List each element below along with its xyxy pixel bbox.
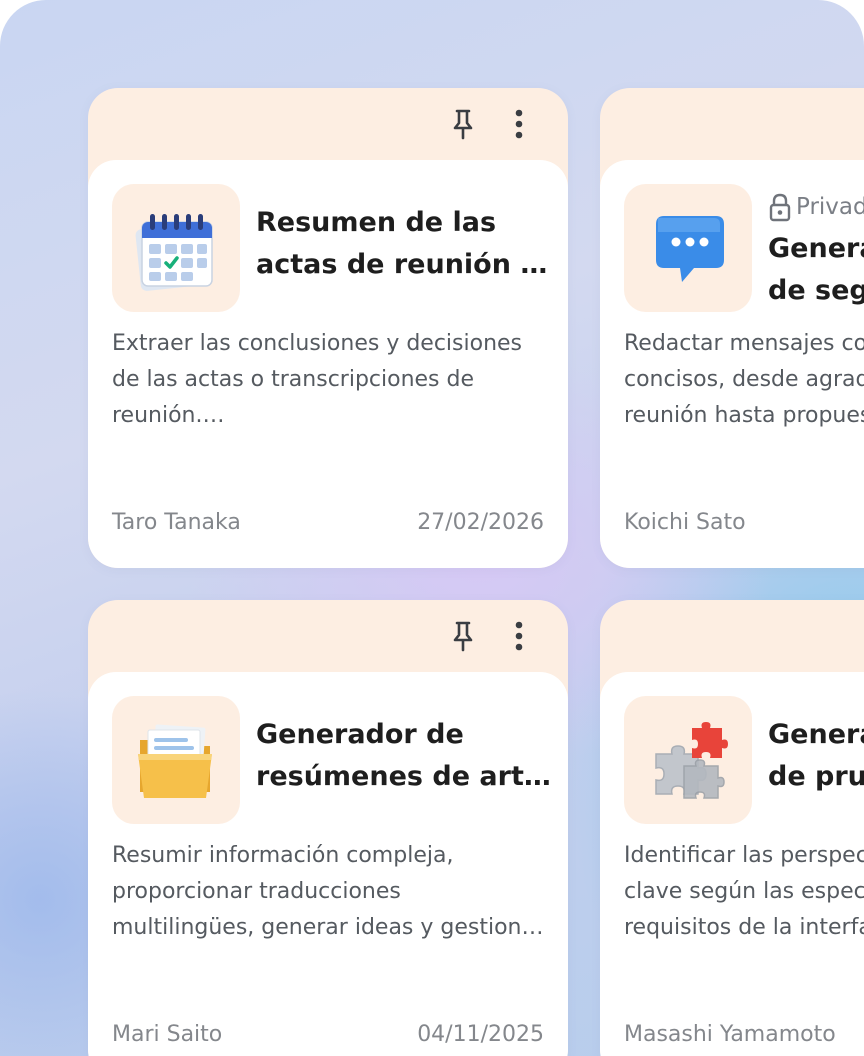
card-author: Mari Saito [112,1022,223,1047]
card-icon-tile [112,696,240,824]
privacy-indicator: Privado [768,192,864,222]
card-icon-tile [624,696,752,824]
card-date: 27/02/2026 [417,510,544,535]
card-author: Taro Tanaka [112,510,241,535]
prompt-card[interactable]: Privado Generador de mensajes de seguimi… [600,88,864,568]
card-footer: Masashi Yamamoto [624,1022,864,1047]
card-date: 04/11/2025 [417,1022,544,1047]
card-author: Masashi Yamamoto [624,1022,836,1047]
app-canvas: Resumen de las actas de reunión y… Extra… [0,0,864,1056]
card-description: Resumir información compleja, proporcion… [112,843,544,940]
card-footer: Koichi Sato [624,510,864,535]
card-body: Resumen de las actas de reunión y… Extra… [88,160,568,568]
card-title: Generador de casos de prueba [768,719,864,792]
card-title: Resumen de las actas de reunión y… [256,207,556,280]
prompt-card[interactable]: Generador de resúmenes de artíc… Resumir… [88,600,568,1056]
card-actions [448,618,534,654]
prompt-card[interactable]: Resumen de las actas de reunión y… Extra… [88,88,568,568]
lock-icon [769,193,791,222]
card-title: Generador de mensajes de seguimiento [768,233,864,306]
chat-bubble-icon [656,216,724,282]
card-body: Generador de resúmenes de artíc… Resumir… [88,672,568,1056]
card-footer: Taro Tanaka 27/02/2026 [112,510,544,535]
more-vertical-icon [515,621,523,651]
folder-icon [138,724,212,798]
card-author: Koichi Sato [624,510,746,535]
card-description: Extraer las conclusiones y decisiones de… [112,331,523,428]
more-vertical-icon [515,109,523,139]
pin-icon [453,621,473,652]
card-actions [448,106,534,142]
privacy-label: Privado [796,194,864,220]
prompt-card[interactable]: Generador de casos de prueba Identificar… [600,600,864,1056]
card-title: Generador de resúmenes de artíc… [256,719,556,792]
card-description: Redactar mensajes corteses y concisos, d… [624,331,864,428]
calendar-icon [135,214,213,291]
pin-button[interactable] [448,618,478,654]
pin-button[interactable] [448,106,478,142]
pin-icon [453,109,473,140]
puzzle-icon [655,722,728,799]
card-body: Privado Generador de mensajes de seguimi… [600,160,864,568]
card-body: Generador de casos de prueba Identificar… [600,672,864,1056]
card-footer: Mari Saito 04/11/2025 [112,1022,544,1047]
more-options-button[interactable] [504,618,534,654]
more-options-button[interactable] [504,106,534,142]
card-icon-tile [112,184,240,312]
card-description: Identificar las perspectivas de prueba c… [624,843,864,940]
card-icon-tile [624,184,752,312]
